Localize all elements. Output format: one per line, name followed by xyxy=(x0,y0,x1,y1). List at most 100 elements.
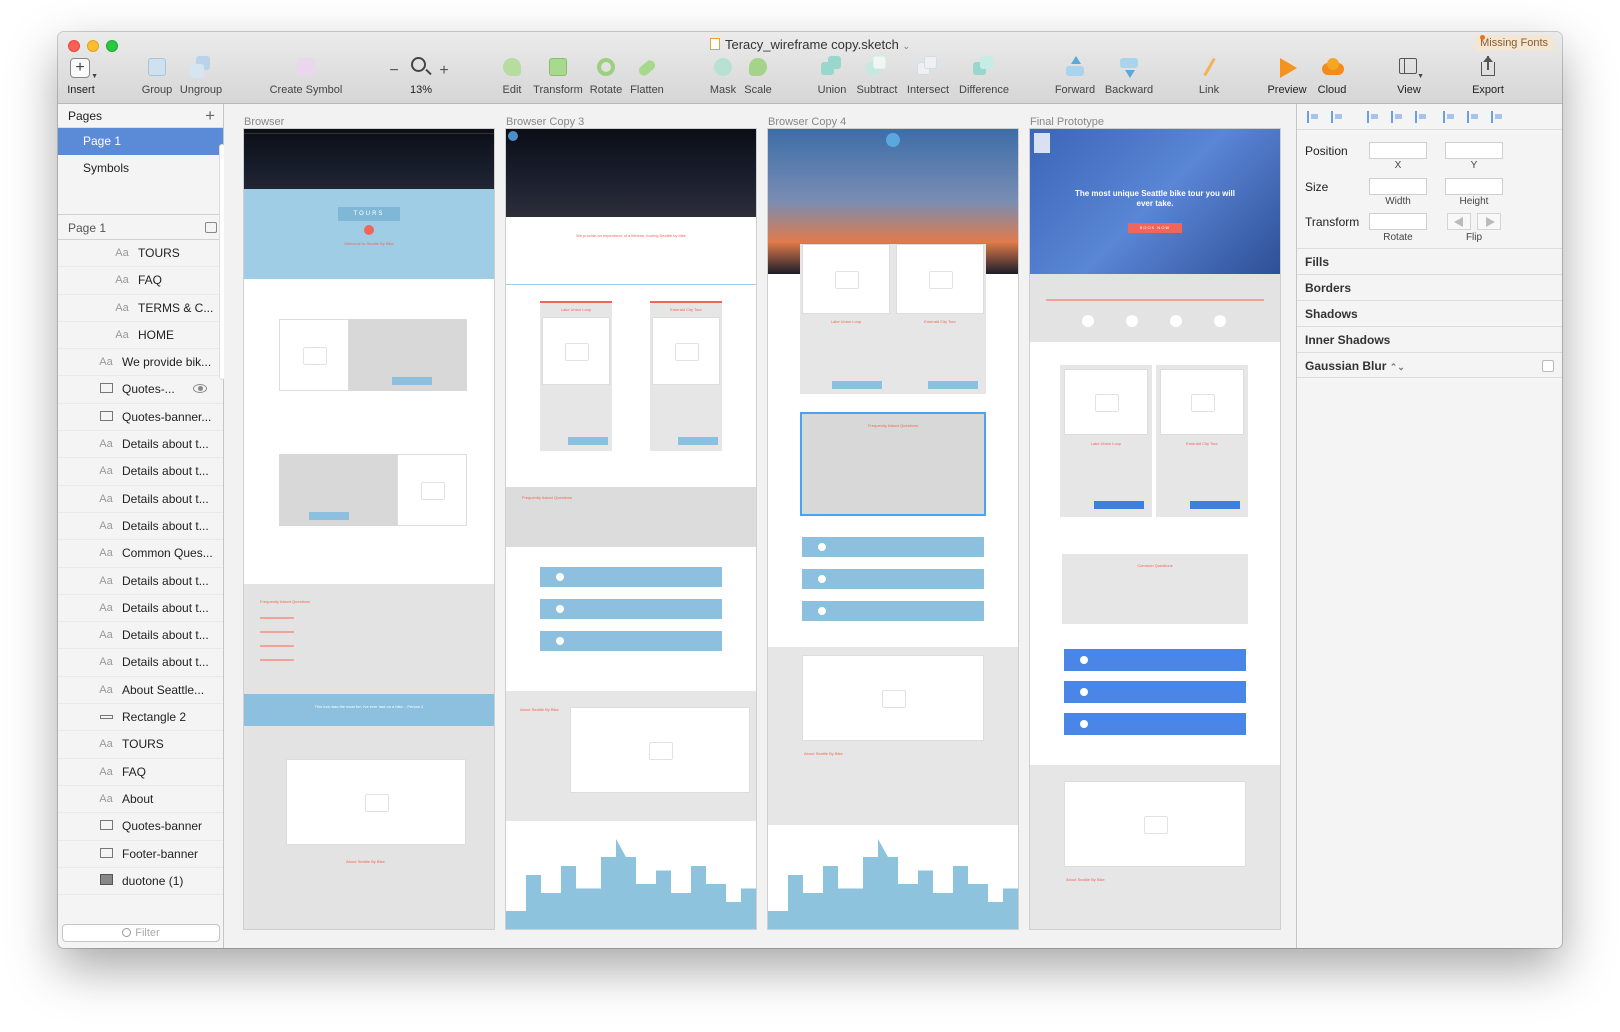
book-now-button[interactable] xyxy=(928,381,978,389)
artboard-title[interactable]: Final Prototype xyxy=(1030,116,1104,128)
book-now-button[interactable] xyxy=(309,512,349,520)
collapse-layers-icon[interactable] xyxy=(205,222,217,233)
align-middle-icon[interactable] xyxy=(1467,111,1479,123)
align-top-icon[interactable] xyxy=(1443,111,1455,123)
layer-item[interactable]: Aa Details about t... xyxy=(58,649,223,677)
layer-item[interactable]: Quotes-banner xyxy=(58,813,223,841)
book-now-button[interactable] xyxy=(392,377,432,385)
layer-item[interactable]: Quotes-... xyxy=(58,376,223,404)
book-now-button[interactable] xyxy=(832,381,882,389)
book-now-button[interactable] xyxy=(678,437,718,445)
stepper-icon[interactable]: ⌃⌄ xyxy=(1390,362,1405,372)
layer-item[interactable]: Aa HOME xyxy=(58,322,223,350)
layer-item[interactable]: Aa TOURS xyxy=(58,240,223,268)
visibility-eye-icon[interactable] xyxy=(193,384,207,394)
layer-item[interactable]: Aa Details about t... xyxy=(58,568,223,595)
align-right-icon[interactable] xyxy=(1415,111,1427,123)
preview-button[interactable]: Preview xyxy=(1266,56,1308,96)
artboard-title[interactable]: Browser Copy 3 xyxy=(506,116,584,128)
insert-button[interactable]: + ▼ Insert xyxy=(64,56,98,96)
document-title[interactable]: Teracy_wireframe copy.sketch ⌄ xyxy=(58,37,1562,52)
export-button[interactable]: Export xyxy=(1468,56,1508,96)
scale-button[interactable]: Scale xyxy=(742,56,774,96)
layer-item[interactable]: Aa Details about t... xyxy=(58,595,223,623)
artboard-browser-copy-3[interactable]: We provide an experience of a lifetime, … xyxy=(506,129,756,929)
layer-item[interactable]: Quotes-banner... xyxy=(58,404,223,432)
artboard-browser[interactable]: TOURS Welcome to Seattle By Bike Frequen… xyxy=(244,129,494,929)
layer-item[interactable]: Aa Common Ques... xyxy=(58,540,223,568)
artboard-final-prototype[interactable]: The most unique Seattle bike tour you wi… xyxy=(1030,129,1280,929)
layer-item[interactable]: Aa About Seattle... xyxy=(58,677,223,705)
layer-filter-input[interactable]: Filter xyxy=(62,924,220,942)
borders-section[interactable]: Borders xyxy=(1297,274,1562,300)
layer-item[interactable]: Aa Details about t... xyxy=(58,622,223,650)
layer-item[interactable]: Aa FAQ xyxy=(58,267,223,295)
layer-item[interactable]: Aa Details about t... xyxy=(58,513,223,541)
layer-item[interactable]: Aa TOURS xyxy=(58,731,223,759)
layer-item[interactable]: Aa We provide bik... xyxy=(58,349,223,377)
layer-label: Details about t... xyxy=(122,518,209,533)
create-symbol-button[interactable]: Create Symbol xyxy=(268,56,344,96)
transform-button[interactable]: Transform xyxy=(532,56,584,96)
book-now-button[interactable]: BOOK NOW xyxy=(1128,223,1182,233)
tours-button[interactable]: TOURS xyxy=(338,207,400,221)
forward-button[interactable]: Forward xyxy=(1054,56,1096,96)
shadows-section[interactable]: Shadows xyxy=(1297,300,1562,326)
align-bottom-icon[interactable] xyxy=(1491,111,1503,123)
distribute-horizontal-icon[interactable] xyxy=(1307,111,1319,123)
x-field[interactable] xyxy=(1369,142,1427,159)
layer-item[interactable]: duotone (1) xyxy=(58,868,223,896)
flip-horizontal-button[interactable] xyxy=(1447,213,1471,230)
layer-item[interactable]: Rectangle 2 xyxy=(58,704,223,732)
edit-button[interactable]: Edit xyxy=(498,56,526,96)
intersect-button[interactable]: Intersect xyxy=(904,56,952,96)
mask-button[interactable]: Mask xyxy=(708,56,738,96)
group-button[interactable]: Group xyxy=(140,56,174,96)
distribute-vertical-icon[interactable] xyxy=(1331,111,1343,123)
layer-label: About Seattle... xyxy=(122,682,205,697)
layer-item[interactable]: Aa TERMS & C... xyxy=(58,295,223,322)
height-field[interactable] xyxy=(1445,178,1503,195)
zoom-out-button[interactable]: − xyxy=(388,62,400,80)
flatten-button[interactable]: Flatten xyxy=(628,56,666,96)
artboard-browser-copy-4[interactable]: Lake Union Loop Emerald City Tour Freque… xyxy=(768,129,1018,929)
union-button[interactable]: Union xyxy=(816,56,848,96)
page-item-page-1[interactable]: Page 1 xyxy=(58,128,223,155)
difference-button[interactable]: Difference xyxy=(956,56,1012,96)
layer-label: FAQ xyxy=(122,764,147,779)
align-center-icon[interactable] xyxy=(1391,111,1403,123)
layer-item[interactable]: Aa About xyxy=(58,786,223,814)
width-field[interactable] xyxy=(1369,178,1427,195)
gaussian-blur-checkbox[interactable] xyxy=(1542,360,1554,372)
book-now-button[interactable] xyxy=(1094,501,1144,509)
fills-section[interactable]: Fills xyxy=(1297,248,1562,274)
rotate-button[interactable]: Rotate xyxy=(588,56,624,96)
layer-item[interactable]: Aa FAQ xyxy=(58,759,223,786)
view-button[interactable]: ▼ View xyxy=(1392,56,1426,96)
ungroup-button[interactable]: Ungroup xyxy=(178,56,224,96)
add-page-button[interactable]: + xyxy=(205,104,215,128)
inner-shadows-section[interactable]: Inner Shadows xyxy=(1297,326,1562,352)
align-left-icon[interactable] xyxy=(1367,111,1379,123)
flip-vertical-button[interactable] xyxy=(1477,213,1501,230)
missing-fonts-badge[interactable]: Missing Fonts xyxy=(1474,35,1554,51)
cloud-button[interactable]: Cloud xyxy=(1314,56,1350,96)
artboard-title[interactable]: Browser xyxy=(244,116,284,128)
y-field[interactable] xyxy=(1445,142,1503,159)
layer-item[interactable]: Aa Details about t... xyxy=(58,431,223,459)
layer-item[interactable]: Aa Details about t... xyxy=(58,486,223,513)
zoom-control[interactable]: 13% xyxy=(406,56,436,96)
layer-item[interactable]: Aa Details about t... xyxy=(58,458,223,486)
link-button[interactable]: Link xyxy=(1194,56,1224,96)
book-now-button[interactable] xyxy=(568,437,608,445)
design-canvas[interactable]: Browser TOURS Welcome to Seattle By Bike… xyxy=(224,104,1296,948)
gaussian-blur-section[interactable]: Gaussian Blur ⌃⌄ xyxy=(1297,352,1562,378)
subtract-button[interactable]: Subtract xyxy=(854,56,900,96)
artboard-title[interactable]: Browser Copy 4 xyxy=(768,116,846,128)
layer-item[interactable]: Footer-banner xyxy=(58,841,223,868)
zoom-in-button[interactable]: + xyxy=(438,62,450,80)
backward-button[interactable]: Backward xyxy=(1104,56,1154,96)
page-item-symbols[interactable]: Symbols xyxy=(58,155,223,182)
book-now-button[interactable] xyxy=(1190,501,1240,509)
rotate-field[interactable] xyxy=(1369,213,1427,230)
